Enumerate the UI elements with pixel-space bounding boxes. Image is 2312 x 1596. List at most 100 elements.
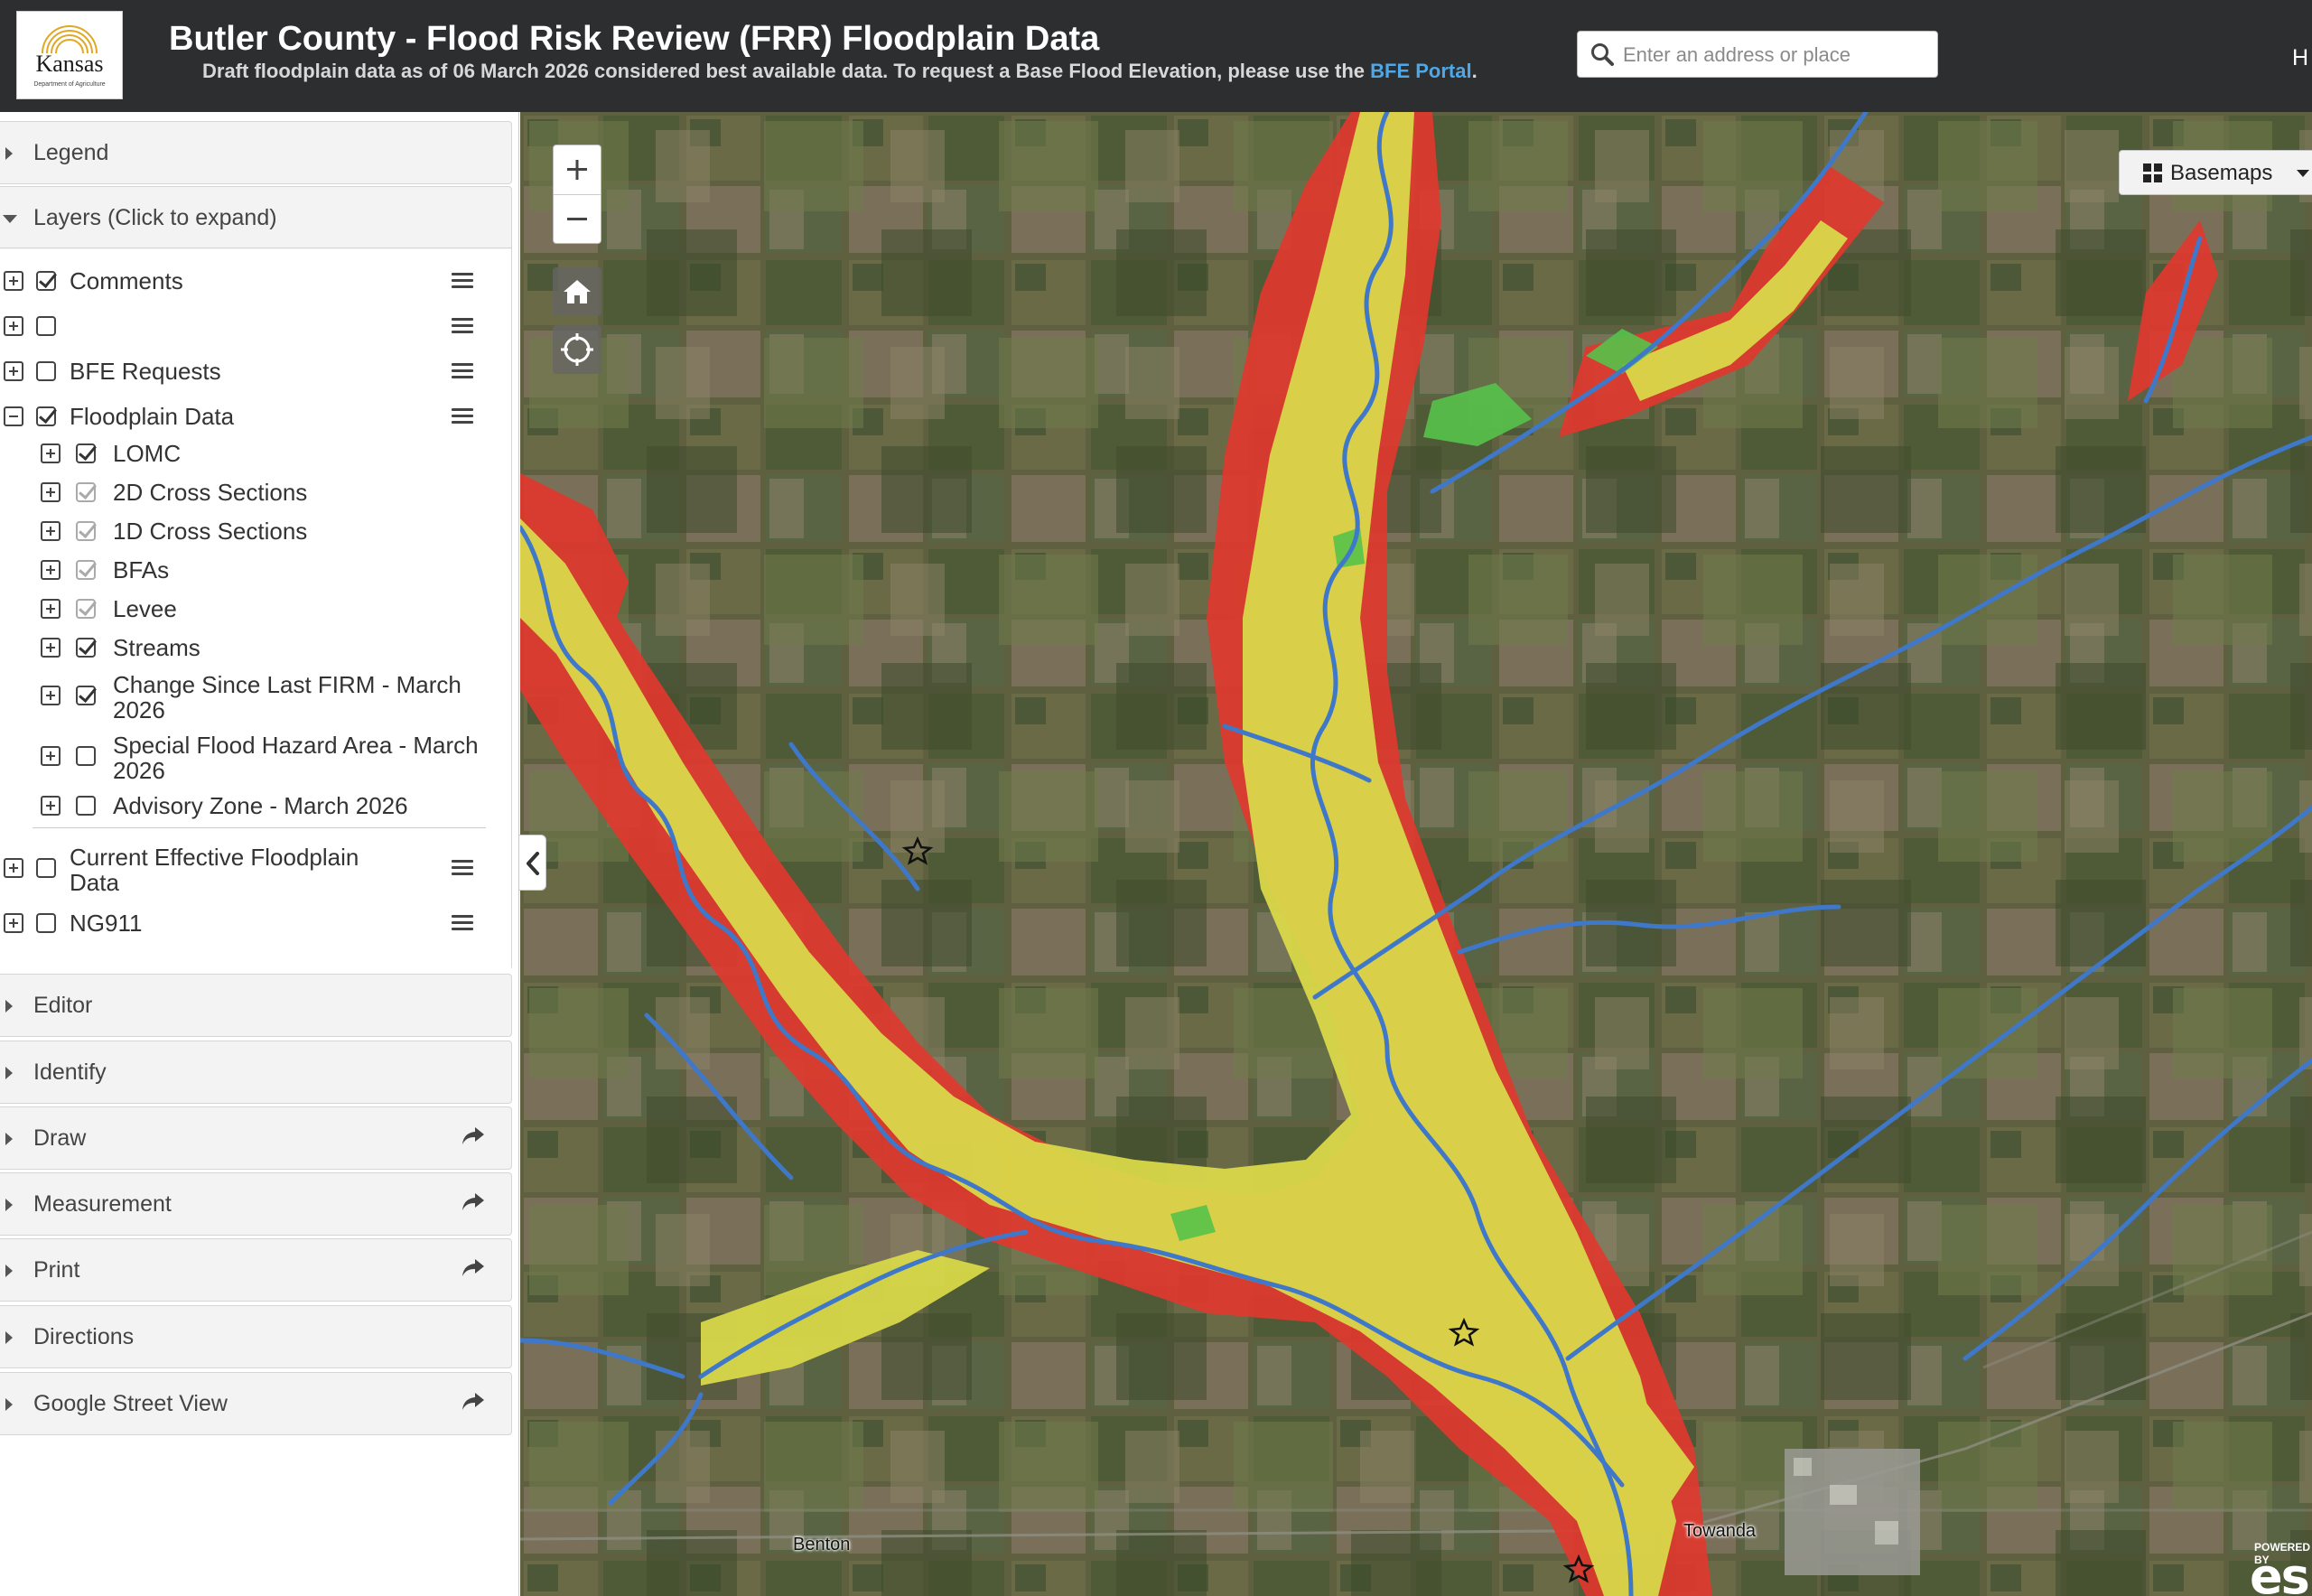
- esri-logo: esri: [2250, 1548, 2312, 1596]
- home-button[interactable]: [553, 267, 601, 316]
- panel-title-directions[interactable]: Directions: [33, 1306, 134, 1367]
- layer-checkbox[interactable]: [36, 858, 56, 878]
- layer-name: Levee: [113, 595, 177, 622]
- layer-checkbox[interactable]: [76, 560, 96, 580]
- panel-title-editor[interactable]: Editor: [33, 975, 92, 1036]
- sublayer-row-1d-cross-sections: 1D Cross Sections: [0, 513, 511, 549]
- panel-title-measurement[interactable]: Measurement: [33, 1173, 172, 1235]
- chevron-left-icon[interactable]: [525, 852, 541, 875]
- plus-icon[interactable]: [554, 145, 601, 194]
- layer-name: Current Effective Floodplain Data: [70, 844, 359, 896]
- expand-icon[interactable]: [41, 443, 61, 463]
- panel-title-legend[interactable]: Legend: [33, 122, 108, 183]
- locate-button[interactable]: [553, 325, 601, 374]
- layer-name: 2D Cross Sections: [113, 479, 308, 506]
- layer-list: Comments BFE Requests Floodplain Data LO…: [0, 249, 511, 970]
- layer-checkbox[interactable]: [76, 443, 96, 463]
- expand-icon[interactable]: [4, 271, 23, 291]
- place-label-benton: Benton: [793, 1535, 851, 1554]
- map-view[interactable]: Basemaps Benton Towanda POWERED BY esri: [520, 112, 2312, 1596]
- panel-draw[interactable]: Draw: [0, 1106, 512, 1170]
- header-overflow-text: H: [2292, 45, 2309, 70]
- share-arrow-icon[interactable]: [461, 1257, 486, 1279]
- layer-checkbox[interactable]: [76, 599, 96, 619]
- sidebar: Legend Layers (Click to expand) Comments…: [0, 112, 519, 1596]
- expand-icon[interactable]: [41, 599, 61, 619]
- menu-icon[interactable]: [452, 859, 473, 877]
- expand-icon[interactable]: [41, 560, 61, 580]
- share-arrow-icon[interactable]: [461, 1391, 486, 1413]
- panel-title-print[interactable]: Print: [33, 1239, 79, 1301]
- panel-header-layers[interactable]: Layers (Click to expand): [0, 187, 511, 248]
- collapse-icon[interactable]: [4, 406, 23, 426]
- layer-checkbox[interactable]: [36, 361, 56, 381]
- search-input[interactable]: [1623, 37, 1930, 73]
- layer-checkbox[interactable]: [36, 913, 56, 933]
- layer-name: Floodplain Data: [70, 403, 235, 430]
- layer-checkbox[interactable]: [36, 316, 56, 336]
- share-arrow-icon[interactable]: [461, 1125, 486, 1147]
- menu-icon[interactable]: [452, 914, 473, 932]
- menu-icon[interactable]: [452, 272, 473, 290]
- satellite-imagery[interactable]: [520, 112, 2312, 1596]
- panel-google-street-view[interactable]: Google Street View: [0, 1372, 512, 1435]
- expand-icon[interactable]: [41, 796, 61, 816]
- expand-icon[interactable]: [41, 686, 61, 705]
- menu-icon[interactable]: [452, 407, 473, 425]
- panel-title-street-view[interactable]: Google Street View: [33, 1373, 228, 1434]
- layer-checkbox[interactable]: [36, 406, 56, 426]
- expand-icon[interactable]: [4, 361, 23, 381]
- locate-icon[interactable]: [553, 325, 601, 374]
- search-icon[interactable]: [1590, 42, 1614, 66]
- caret-right-icon: [5, 1199, 13, 1211]
- caret-down-icon: [2297, 170, 2309, 177]
- panel-title-identify[interactable]: Identify: [33, 1041, 107, 1103]
- layer-name: LOMC: [113, 440, 182, 467]
- caret-right-icon: [5, 1067, 13, 1079]
- panel-measurement[interactable]: Measurement: [0, 1172, 512, 1236]
- layer-name: Special Flood Hazard Area - March 2026: [113, 732, 479, 784]
- expand-icon[interactable]: [41, 521, 61, 541]
- zoom-in-button[interactable]: [554, 145, 601, 194]
- basemaps-button[interactable]: Basemaps: [2119, 150, 2312, 195]
- expand-icon[interactable]: [41, 746, 61, 766]
- layer-checkbox[interactable]: [36, 271, 56, 291]
- panel-legend[interactable]: Legend: [0, 121, 512, 184]
- layer-checkbox[interactable]: [76, 686, 96, 705]
- panel-layers: Layers (Click to expand) Comments BFE Re…: [0, 186, 512, 970]
- layer-checkbox[interactable]: [76, 796, 96, 816]
- page-title: Butler County - Flood Risk Review (FRR) …: [169, 20, 1100, 58]
- share-arrow-icon[interactable]: [461, 1191, 486, 1213]
- logo-subtext: Department of Agriculture: [33, 81, 105, 88]
- caret-right-icon: [5, 147, 13, 160]
- expand-icon[interactable]: [4, 913, 23, 933]
- expand-icon[interactable]: [4, 858, 23, 878]
- panel-title-draw[interactable]: Draw: [33, 1107, 86, 1169]
- sidebar-collapse-button[interactable]: [519, 835, 546, 891]
- menu-icon[interactable]: [452, 317, 473, 335]
- sublayer-row-levee: Levee: [0, 591, 511, 627]
- panel-directions[interactable]: Directions: [0, 1305, 512, 1368]
- minus-icon[interactable]: [554, 195, 601, 244]
- zoom-out-button[interactable]: [554, 195, 601, 244]
- sublayer-row-streams: Streams: [0, 630, 511, 666]
- panel-print[interactable]: Print: [0, 1238, 512, 1302]
- menu-icon[interactable]: [452, 362, 473, 380]
- expand-icon[interactable]: [41, 638, 61, 658]
- layer-checkbox[interactable]: [76, 746, 96, 766]
- expand-icon[interactable]: [4, 316, 23, 336]
- bfe-portal-link[interactable]: BFE Portal: [1370, 60, 1471, 82]
- search-box[interactable]: [1577, 31, 1938, 78]
- logo-text: Kansas: [35, 51, 103, 77]
- grid-icon: [2143, 163, 2162, 182]
- layer-row-unnamed: [0, 308, 511, 344]
- layer-checkbox[interactable]: [76, 482, 96, 502]
- home-icon[interactable]: [553, 267, 601, 316]
- panel-editor[interactable]: Editor: [0, 974, 512, 1037]
- panel-title-layers[interactable]: Layers (Click to expand): [33, 187, 277, 248]
- layer-name: Change Since Last FIRM - March 2026: [113, 671, 461, 723]
- layer-checkbox[interactable]: [76, 638, 96, 658]
- panel-identify[interactable]: Identify: [0, 1041, 512, 1104]
- expand-icon[interactable]: [41, 482, 61, 502]
- layer-checkbox[interactable]: [76, 521, 96, 541]
